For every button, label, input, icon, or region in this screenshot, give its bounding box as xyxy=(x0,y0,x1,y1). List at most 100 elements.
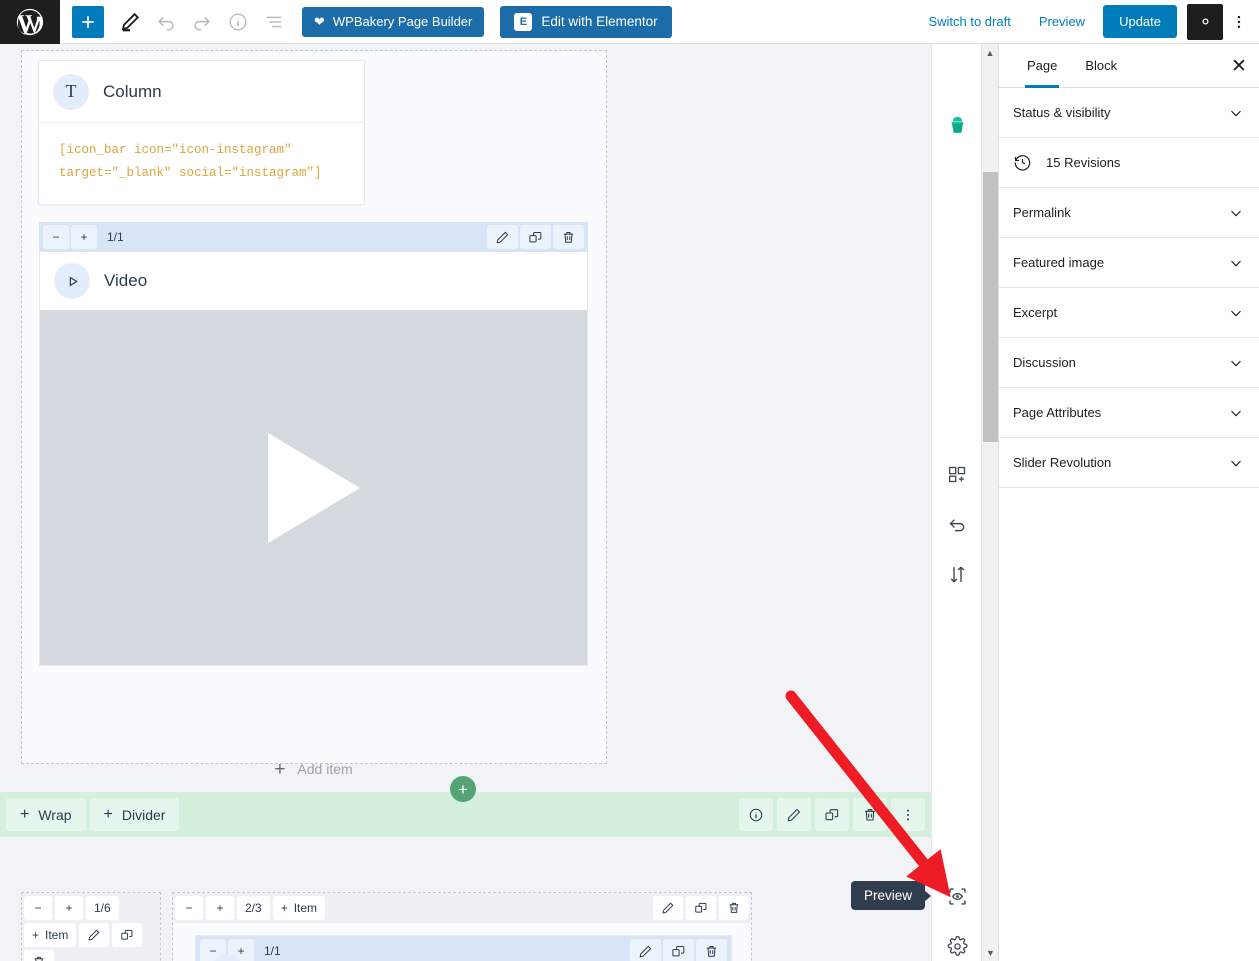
wpbakery-page-builder-button[interactable]: ❤ WPBakery Page Builder xyxy=(302,6,485,37)
add-template-icon[interactable] xyxy=(932,449,982,499)
add-section-button[interactable]: + xyxy=(450,776,476,802)
video-placeholder[interactable] xyxy=(40,310,587,665)
duplicate-icon[interactable] xyxy=(112,923,143,947)
rail-bottom-group xyxy=(932,871,982,961)
info-circle-icon[interactable] xyxy=(220,4,256,40)
settings-gear-icon[interactable] xyxy=(932,921,982,961)
col16-add-item-button[interactable]: + Item xyxy=(24,923,77,947)
close-icon[interactable]: ✕ xyxy=(1223,50,1255,82)
video-block-title: Video xyxy=(104,271,148,290)
elementor-label: Edit with Elementor xyxy=(541,14,658,29)
inner-ratio-label[interactable]: 1/1 xyxy=(256,939,289,961)
delete-icon[interactable] xyxy=(853,798,887,831)
cupcake-icon[interactable] xyxy=(932,100,982,150)
add-item-button[interactable]: + Add item xyxy=(39,744,588,794)
column-block-card[interactable]: T Column [icon_bar icon="icon-instagram"… xyxy=(38,60,365,205)
wpbakery-label: WPBakery Page Builder xyxy=(332,14,473,29)
duplicate-icon[interactable] xyxy=(520,225,551,249)
panel-label: Excerpt xyxy=(1013,305,1058,320)
panel-discussion[interactable]: Discussion xyxy=(999,338,1259,388)
gear-icon[interactable] xyxy=(1187,3,1223,40)
add-item-label: Add item xyxy=(297,761,353,777)
delete-icon[interactable] xyxy=(696,939,727,961)
edit-icon[interactable] xyxy=(630,939,661,961)
add-wrap-button[interactable]: + Wrap xyxy=(6,798,86,831)
edit-icon[interactable] xyxy=(653,896,683,920)
chevron-down-icon xyxy=(1227,204,1245,222)
tab-page[interactable]: Page xyxy=(1013,44,1071,88)
text-block-icon: T xyxy=(53,73,89,110)
delete-icon[interactable] xyxy=(24,950,54,961)
edit-icon[interactable] xyxy=(487,225,518,249)
revisions-row[interactable]: 15 Revisions xyxy=(999,138,1259,188)
col16-ratio-label[interactable]: 1/6 xyxy=(86,896,119,920)
editor-canvas: T Column [icon_bar icon="icon-instagram"… xyxy=(0,44,931,961)
col16-add-item-label: Item xyxy=(45,928,69,942)
panel-label: Page Attributes xyxy=(1013,405,1102,420)
scrollbar-thumb[interactable] xyxy=(983,172,998,442)
scroll-down-arrow-icon[interactable]: ▼ xyxy=(982,944,999,961)
edit-icon[interactable] xyxy=(777,798,811,831)
panel-slider-revolution[interactable]: Slider Revolution xyxy=(999,438,1259,488)
edit-with-elementor-button[interactable]: E Edit with Elementor xyxy=(500,5,672,38)
tab-block[interactable]: Block xyxy=(1071,44,1131,88)
duplicate-icon[interactable] xyxy=(815,798,849,831)
edit-icon[interactable] xyxy=(79,923,110,947)
add-divider-button[interactable]: + Divider xyxy=(89,798,180,831)
column-block-title: Column xyxy=(103,81,162,101)
panel-excerpt[interactable]: Excerpt xyxy=(999,288,1259,338)
panel-status-visibility[interactable]: Status & visibility xyxy=(999,88,1259,138)
column-two-thirds: − + 2/3 + Item − + 1/1 xyxy=(172,892,752,961)
duplicate-icon[interactable] xyxy=(663,939,694,961)
panel-featured-image[interactable]: Featured image xyxy=(999,238,1259,288)
panel-permalink[interactable]: Permalink xyxy=(999,188,1259,238)
undo-icon[interactable] xyxy=(148,4,184,40)
canvas-scrollbar[interactable]: ▲ ▼ xyxy=(981,44,998,961)
revisions-label: 15 Revisions xyxy=(1046,155,1121,170)
editor-toolbar: ❤ WPBakery Page Builder E Edit with Elem… xyxy=(0,0,1259,44)
video-block-toolbar: − + 1/1 xyxy=(39,222,588,252)
delete-icon[interactable] xyxy=(719,896,749,920)
inner-column-toolbar: − + 1/1 xyxy=(196,936,731,961)
column-one-sixth: − + 1/6 + Item xyxy=(21,892,161,961)
delete-icon[interactable] xyxy=(553,225,584,249)
chevron-down-icon xyxy=(1227,404,1245,422)
info-circle-icon[interactable] xyxy=(739,798,773,831)
decrease-width-button[interactable]: − xyxy=(175,896,203,920)
preview-button[interactable]: Preview xyxy=(1025,14,1099,29)
more-vertical-icon[interactable] xyxy=(1223,4,1255,40)
update-button[interactable]: Update xyxy=(1103,5,1177,38)
panel-page-attributes[interactable]: Page Attributes xyxy=(999,388,1259,438)
add-wrap-label: Wrap xyxy=(38,806,72,823)
wordpress-logo-icon[interactable] xyxy=(0,0,60,44)
scroll-up-arrow-icon[interactable]: ▲ xyxy=(982,44,998,61)
increase-width-button[interactable]: + xyxy=(71,225,97,249)
col23-ratio-label[interactable]: 2/3 xyxy=(237,896,270,920)
sort-updown-icon[interactable] xyxy=(932,549,982,599)
decrease-width-button[interactable]: − xyxy=(24,896,52,920)
column-icon-glyph: T xyxy=(65,81,77,101)
preview-tooltip: Preview xyxy=(851,881,932,910)
edit-mode-pencil-icon[interactable] xyxy=(112,4,148,40)
panel-label: Slider Revolution xyxy=(1013,455,1112,470)
duplicate-icon[interactable] xyxy=(686,896,716,920)
list-view-icon[interactable] xyxy=(256,4,292,40)
column-ratio-label[interactable]: 1/1 xyxy=(99,225,132,249)
col23-add-item-button[interactable]: + Item xyxy=(272,896,326,920)
more-vertical-icon[interactable] xyxy=(891,798,925,831)
increase-width-button[interactable]: + xyxy=(206,896,234,920)
add-divider-label: Divider xyxy=(121,806,166,823)
bottom-columns-region: − + 1/6 + Item − + 2/3 + Item − + 1/1 xyxy=(0,844,931,961)
plus-icon: + xyxy=(280,901,288,915)
increase-width-button[interactable]: + xyxy=(55,896,83,920)
heart-icon: ❤ xyxy=(314,14,325,29)
switch-to-draft-button[interactable]: Switch to draft xyxy=(914,14,1024,29)
eye-preview-icon[interactable] xyxy=(932,871,982,921)
decrease-width-button[interactable]: − xyxy=(43,225,69,249)
green-section: + + Wrap + Divider xyxy=(0,776,931,837)
add-block-button[interactable] xyxy=(72,5,104,38)
panel-label: Featured image xyxy=(1013,255,1105,270)
undo-icon[interactable] xyxy=(932,499,982,549)
redo-icon[interactable] xyxy=(184,4,220,40)
col23-toolbar: − + 2/3 + Item xyxy=(173,893,751,923)
